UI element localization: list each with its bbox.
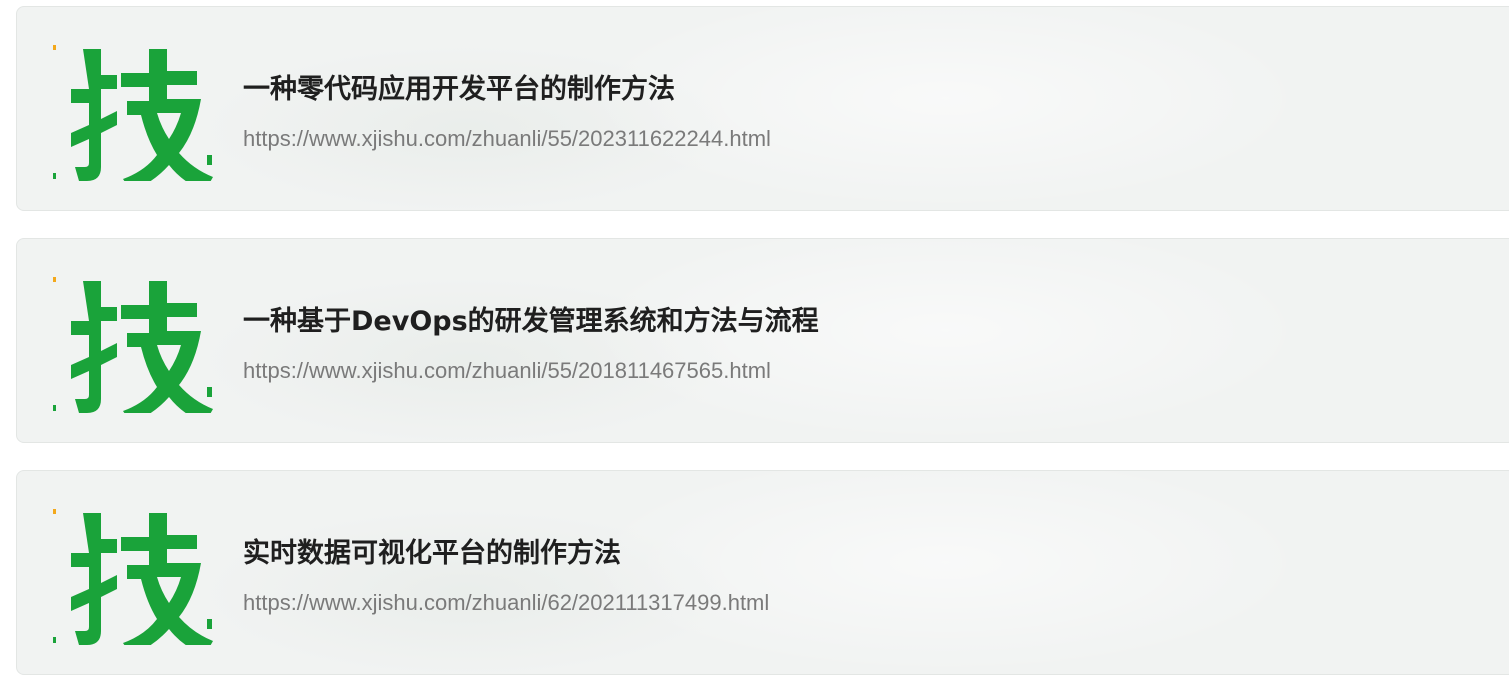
result-title[interactable]: 一种基于DevOps的研发管理系统和方法与流程 — [243, 304, 819, 340]
result-url[interactable]: https://www.xjishu.com/zhuanli/62/202111… — [243, 588, 769, 618]
ji-character-logo-icon[interactable] — [53, 509, 213, 645]
search-results-list: 一种零代码应用开发平台的制作方法 https://www.xjishu.com/… — [0, 0, 1509, 684]
result-card[interactable]: 一种零代码应用开发平台的制作方法 https://www.xjishu.com/… — [16, 6, 1509, 211]
ji-character-logo-icon[interactable] — [53, 277, 213, 413]
result-title[interactable]: 实时数据可视化平台的制作方法 — [243, 536, 621, 572]
result-card[interactable]: 实时数据可视化平台的制作方法 https://www.xjishu.com/zh… — [16, 470, 1509, 675]
ji-character-logo-icon[interactable] — [53, 45, 213, 181]
result-url[interactable]: https://www.xjishu.com/zhuanli/55/202311… — [243, 124, 771, 154]
result-title[interactable]: 一种零代码应用开发平台的制作方法 — [243, 72, 675, 108]
result-url[interactable]: https://www.xjishu.com/zhuanli/55/201811… — [243, 356, 771, 386]
result-card[interactable]: 一种基于DevOps的研发管理系统和方法与流程 https://www.xjis… — [16, 238, 1509, 443]
